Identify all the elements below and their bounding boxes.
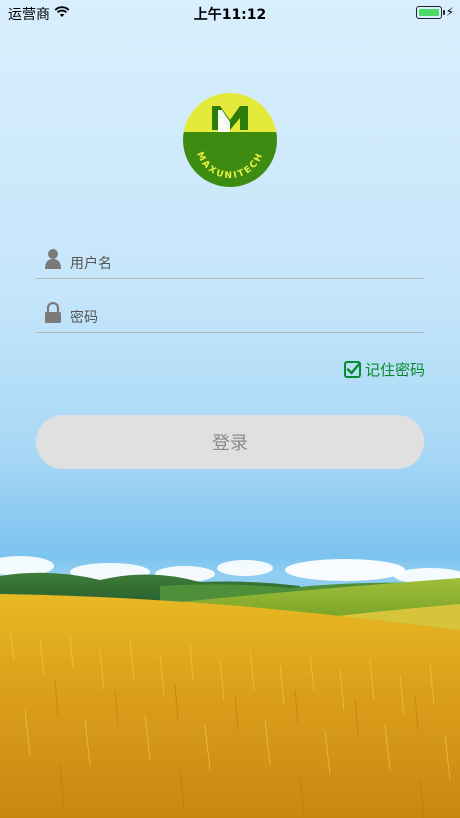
username-field[interactable]: [36, 242, 424, 279]
bolt-icon: ⚡: [445, 5, 454, 19]
maxunitech-logo: MAXUNITECH: [183, 93, 277, 187]
lock-icon: [45, 302, 61, 323]
user-icon: [45, 249, 61, 269]
battery-icon: [416, 6, 445, 19]
wheat-field-landscape: [0, 556, 460, 818]
password-field[interactable]: [36, 296, 424, 333]
checkbox-icon[interactable]: [344, 360, 361, 378]
username-input[interactable]: [68, 252, 412, 276]
status-time: 上午11:12: [193, 7, 267, 23]
remember-password-toggle[interactable]: 记住密码: [344, 358, 425, 380]
password-input[interactable]: [68, 306, 412, 330]
remember-password-label: 记住密码: [365, 360, 426, 379]
login-button[interactable]: 登录: [36, 415, 424, 469]
status-bar: 运营商 上午11:12 ⚡: [0, 0, 460, 24]
